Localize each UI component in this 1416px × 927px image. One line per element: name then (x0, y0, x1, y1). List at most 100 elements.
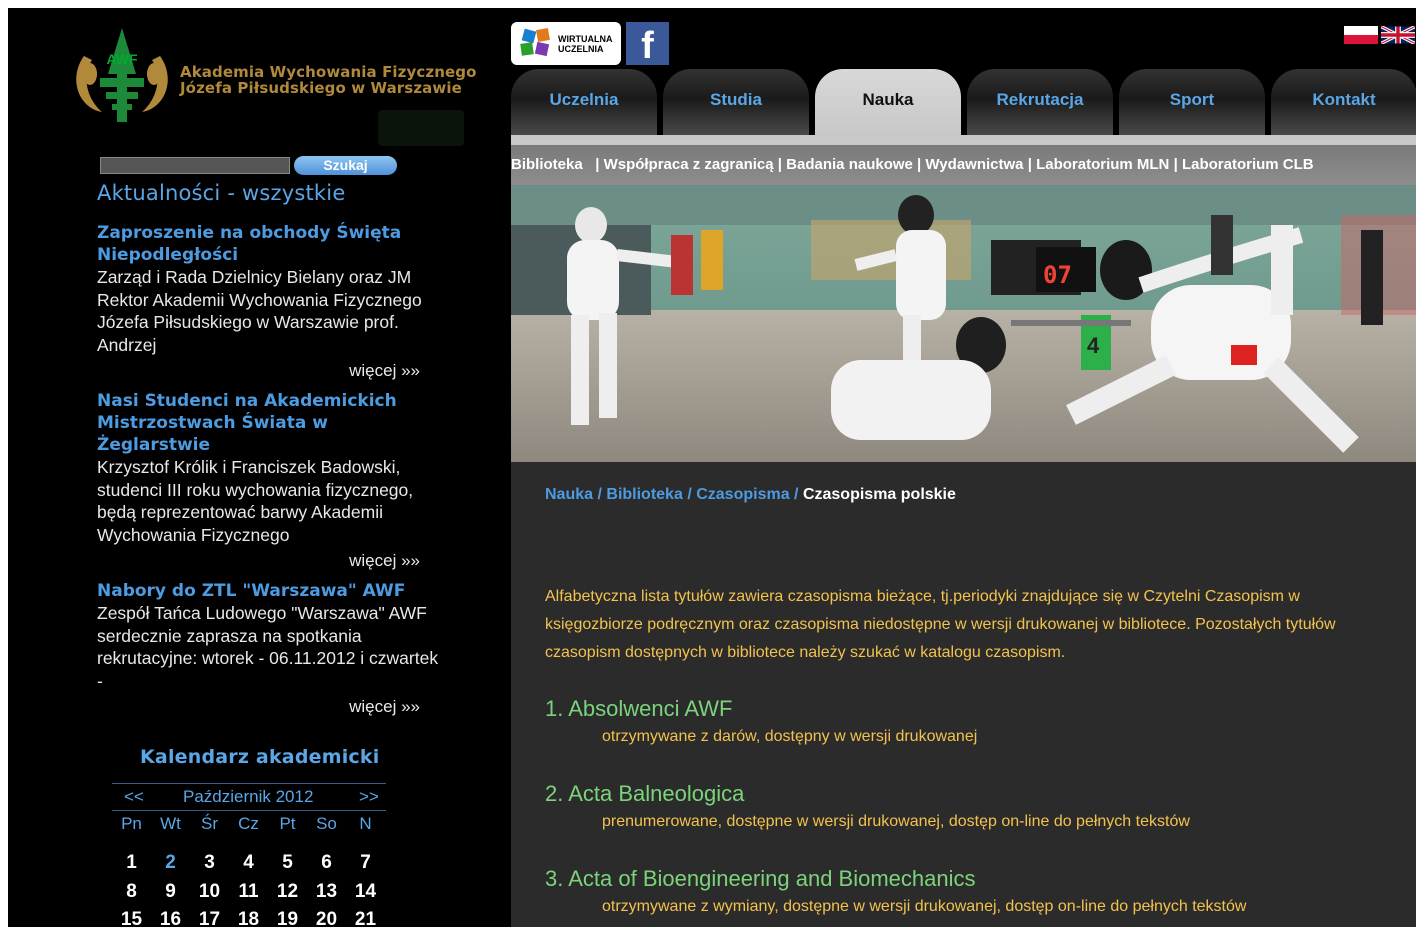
subnav-biblioteka[interactable]: Biblioteka (511, 156, 583, 173)
journal-description: otrzymywane z wymiany, dostępne w wersji… (602, 898, 1247, 915)
search-button[interactable]: Szukaj (294, 156, 397, 175)
tab-uczelnia[interactable]: Uczelnia (511, 69, 657, 135)
more-link[interactable]: więcej »» (97, 360, 442, 382)
calendar-day[interactable]: 9 (151, 881, 190, 903)
calendar-day[interactable]: 7 (346, 852, 385, 874)
subnav-separator: | (777, 156, 787, 173)
subnav-separator: | (1027, 156, 1037, 173)
english-flag-icon[interactable] (1381, 26, 1415, 44)
logo-line-2: Józefa Piłsudskiego w Warszawie (180, 79, 462, 97)
breadcrumb-current: Czasopisma polskie (802, 486, 956, 503)
calendar-day[interactable]: 8 (112, 881, 151, 903)
logo-text[interactable]: Akademia Wychowania Fizycznego Józefa Pi… (180, 64, 477, 96)
breadcrumb-czasopisma[interactable]: Czasopisma (696, 486, 789, 503)
wirtualna-uczelnia-logo[interactable]: WIRTUALNA UCZELNIA (511, 22, 621, 65)
sub-navigation: Biblioteka | Współpraca z zagranicą | Ba… (511, 145, 1416, 185)
subnav-laboratorium-clb[interactable]: Laboratorium CLB (1182, 156, 1314, 173)
calendar-day[interactable]: 17 (190, 909, 229, 927)
news-list: Zaproszenie na obchody Święta Niepodległ… (97, 222, 442, 726)
more-link[interactable]: więcej »» (97, 696, 442, 718)
calendar-weekday: Pn (121, 814, 142, 833)
calendar-next-button[interactable]: >> (359, 787, 379, 807)
news-body: Zarząd i Rada Dzielnicy Bielany oraz JM … (97, 267, 422, 355)
wu-logo-line-1: WIRTUALNA (558, 34, 613, 44)
breadcrumb-biblioteka[interactable]: Biblioteka (606, 486, 682, 503)
news-title[interactable]: Nabory do ZTL "Warszawa" AWF (97, 580, 442, 602)
awf-logo[interactable]: AWF (72, 26, 172, 126)
subnav-badania[interactable]: Badania naukowe (786, 156, 913, 173)
journal-description: prenumerowane, dostępne w wersji drukowa… (602, 813, 1190, 830)
news-title[interactable]: Zaproszenie na obchody Święta Niepodległ… (97, 222, 442, 266)
logo-shadow (378, 110, 464, 146)
more-link[interactable]: więcej »» (97, 550, 442, 572)
tab-nauka[interactable]: Nauka (815, 69, 961, 135)
calendar-day[interactable]: 19 (268, 909, 307, 927)
wu-logo-line-2: UCZELNIA (558, 44, 604, 54)
journal-title[interactable]: 1. Absolwenci AWF (545, 694, 1405, 724)
hero-fencing-photo: 07 4 (511, 185, 1416, 462)
news-title[interactable]: Nasi Studenci na Akademickich Mistrzostw… (97, 390, 442, 456)
logo-letters: AWF (106, 51, 138, 67)
calendar-day[interactable]: 2 (151, 852, 190, 874)
calendar-day[interactable]: 12 (268, 881, 307, 903)
journal-title[interactable]: 2. Acta Balneologica (545, 779, 1405, 809)
tab-underline (511, 135, 1416, 145)
calendar-weekday: Wt (160, 814, 181, 833)
journal-item: 1. Absolwenci AWF otrzymywane z darów, d… (545, 694, 1405, 779)
main-nav-tabs: Uczelnia Studia Nauka Rekrutacja Sport K… (511, 69, 1416, 135)
calendar-weekday: N (359, 814, 372, 833)
calendar-day[interactable]: 16 (151, 909, 190, 927)
tab-rekrutacja[interactable]: Rekrutacja (967, 69, 1113, 135)
calendar-divider (112, 783, 386, 784)
news-item: Nabory do ZTL "Warszawa" AWF Zespół Tańc… (97, 580, 442, 718)
journal-item: 3. Acta of Bioengineering and Biomechani… (545, 864, 1405, 927)
news-item: Zaproszenie na obchody Święta Niepodległ… (97, 222, 442, 382)
subnav-wydawnictwa[interactable]: Wydawnictwa (925, 156, 1023, 173)
news-item: Nasi Studenci na Akademickich Mistrzostw… (97, 390, 442, 572)
content-area: Nauka / Biblioteka / Czasopisma / Czasop… (511, 462, 1416, 927)
calendar-day[interactable]: 3 (190, 852, 229, 874)
tab-sport[interactable]: Sport (1119, 69, 1265, 135)
news-body: Krzysztof Królik i Franciszek Badowski, … (97, 457, 414, 545)
scoreboard-digits: 07 (1043, 261, 1072, 289)
calendar-day[interactable]: 10 (190, 881, 229, 903)
calendar-day[interactable]: 11 (229, 881, 268, 903)
calendar-day[interactable]: 18 (229, 909, 268, 927)
calendar-day[interactable]: 20 (307, 909, 346, 927)
logo-line-1: Akademia Wychowania Fizycznego (180, 63, 477, 81)
tab-studia[interactable]: Studia (663, 69, 809, 135)
breadcrumb: Nauka / Biblioteka / Czasopisma / Czasop… (545, 486, 956, 504)
calendar-weekday: Pt (279, 814, 296, 833)
calendar-day[interactable]: 13 (307, 881, 346, 903)
calendar-weekday: So (316, 814, 337, 833)
search-input[interactable] (100, 157, 290, 174)
calendar-day[interactable]: 14 (346, 881, 385, 903)
breadcrumb-nauka[interactable]: Nauka (545, 486, 593, 503)
breadcrumb-separator: / (687, 486, 692, 503)
journal-item: 2. Acta Balneologica prenumerowane, dost… (545, 779, 1405, 864)
breadcrumb-separator: / (794, 486, 799, 503)
facebook-icon[interactable]: f (626, 22, 669, 67)
intro-text: Alfabetyczna lista tytułów zawiera czaso… (545, 588, 1336, 661)
calendar-day[interactable]: 21 (346, 909, 385, 927)
calendar-title: Kalendarz akademicki (140, 746, 380, 768)
puzzle-icon (520, 28, 550, 57)
calendar-day[interactable]: 5 (268, 852, 307, 874)
calendar-weekday: Cz (238, 814, 259, 833)
journal-description: otrzymywane z darów, dostępny w wersji d… (602, 728, 978, 745)
calendar-month: Październik 2012 (183, 787, 314, 806)
calendar-day[interactable]: 15 (112, 909, 151, 927)
polish-flag-icon[interactable] (1344, 26, 1378, 44)
calendar-day[interactable]: 1 (112, 852, 151, 874)
tab-kontakt[interactable]: Kontakt (1271, 69, 1416, 135)
piste-number: 4 (1087, 333, 1100, 358)
calendar-day[interactable]: 6 (307, 852, 346, 874)
subnav-laboratorium-mln[interactable]: Laboratorium MLN (1036, 156, 1169, 173)
news-heading[interactable]: Aktualności - wszystkie (97, 181, 345, 205)
wu-logo-text: WIRTUALNA UCZELNIA (558, 34, 613, 54)
subnav-wspolpraca[interactable]: Współpraca z zagranicą (604, 156, 774, 173)
calendar-prev-button[interactable]: << (124, 787, 144, 807)
calendar-day[interactable]: 4 (229, 852, 268, 874)
journal-list: 1. Absolwenci AWF otrzymywane z darów, d… (545, 694, 1405, 927)
journal-title[interactable]: 3. Acta of Bioengineering and Biomechani… (545, 864, 1405, 894)
